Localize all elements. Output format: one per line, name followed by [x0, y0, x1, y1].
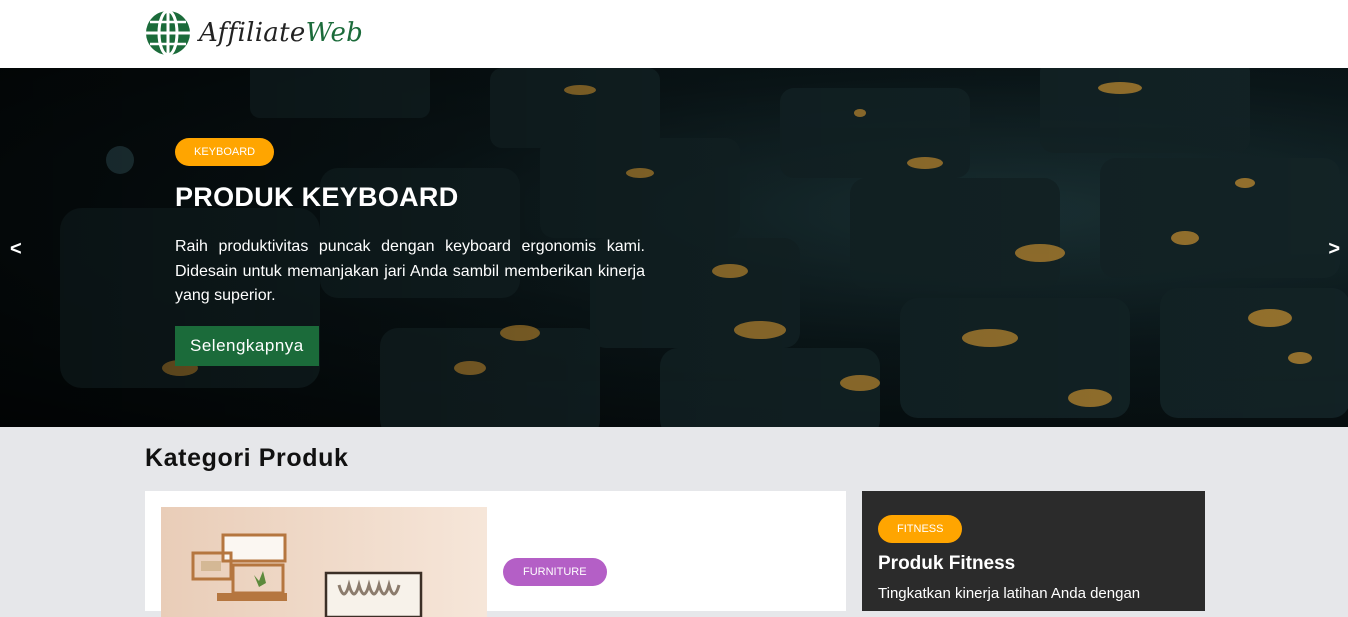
hero-category-badge[interactable]: KEYBOARD	[175, 138, 275, 166]
hero-carousel: KEYBOARD PRODUK KEYBOARD Raih produktivi…	[0, 68, 1348, 427]
fitness-card-title: Produk Fitness	[878, 553, 1016, 574]
carousel-next-icon[interactable]: >	[1328, 238, 1340, 261]
brand-name-accent: Web	[305, 18, 364, 48]
fitness-card-text: Tingkatkan kinerja latihan Anda dengan	[878, 585, 1141, 602]
brand-name: AffiliateWeb	[199, 18, 363, 48]
brand-name-main: Affiliate	[199, 18, 306, 48]
hero-title: PRODUK KEYBOARD	[175, 182, 459, 212]
carousel-prev-icon[interactable]: <	[10, 238, 22, 261]
brand-link[interactable]: AffiliateWeb	[145, 10, 363, 56]
section-title: Kategori Produk	[145, 444, 349, 472]
hero-description: Raih produktivitas puncak dengan keyboar…	[175, 238, 645, 304]
fitness-category-card[interactable]: FITNESS Produk Fitness Tingkatkan kinerj…	[862, 491, 1205, 611]
furniture-badge[interactable]: FURNITURE	[503, 558, 607, 586]
furniture-category-card[interactable]: FURNITURE	[145, 491, 846, 617]
fitness-badge[interactable]: FITNESS	[878, 515, 963, 543]
read-more-button[interactable]: Selengkapnya	[175, 326, 319, 366]
globe-icon	[146, 10, 190, 56]
furniture-image	[161, 507, 487, 617]
navbar: AffiliateWeb	[0, 0, 1348, 68]
